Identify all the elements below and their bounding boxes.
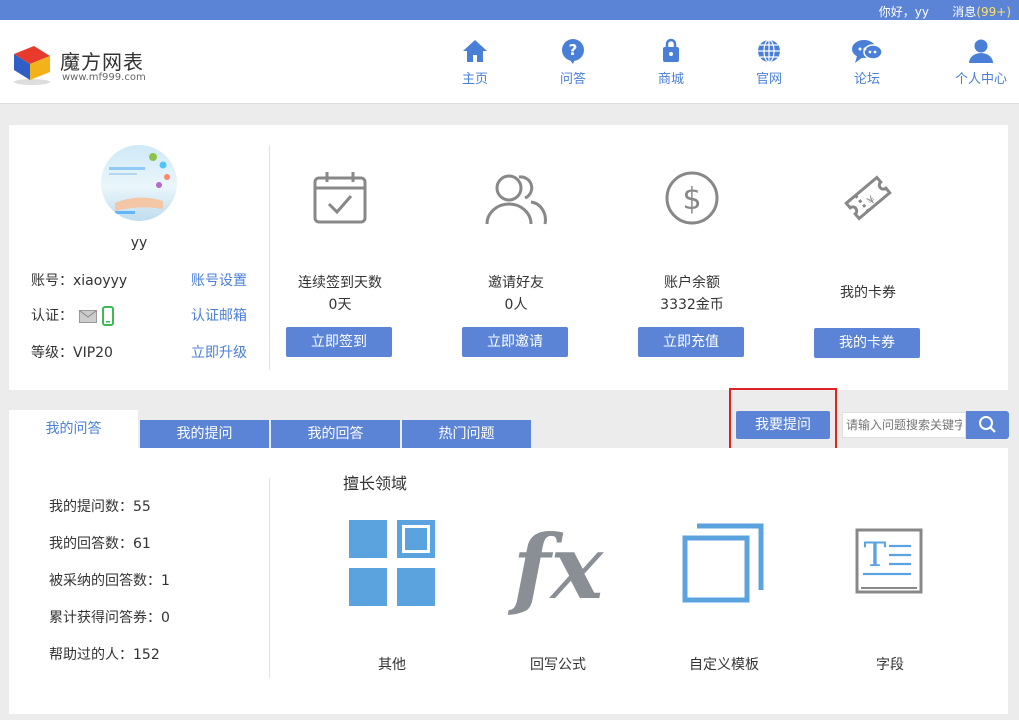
nav-personal-center[interactable]: 个人中心 xyxy=(946,38,1016,98)
nav-shop[interactable]: 商城 xyxy=(636,38,706,98)
logo-url: www.mf999.com xyxy=(62,72,146,83)
coupons-button[interactable]: 我的卡券 xyxy=(814,328,920,358)
stat-label: 我的卡券 xyxy=(840,285,896,301)
logo-cube-icon xyxy=(14,46,50,85)
top-bar: 你好，yy 消息(99+) xyxy=(0,0,1019,20)
stat-coupons: ¥ 我的卡券 xyxy=(788,170,948,301)
search-input[interactable] xyxy=(842,412,966,438)
users-icon xyxy=(485,174,547,225)
tab-hot-questions[interactable]: 热门问题 xyxy=(402,420,531,448)
account-settings-link[interactable]: 账号设置 xyxy=(191,270,247,290)
verify-label: 认证： xyxy=(31,308,73,324)
qa-card: 我的提问数：55 我的回答数：61 被采纳的回答数：1 累计获得问答券：0 帮助… xyxy=(9,448,1008,714)
home-icon xyxy=(463,40,487,62)
email-icon[interactable] xyxy=(79,309,98,323)
messages-link[interactable]: 消息(99+) xyxy=(952,3,1011,20)
tab-my-answers[interactable]: 我的回答 xyxy=(271,420,400,448)
nav-official-site[interactable]: 官网 xyxy=(734,38,804,98)
invite-button[interactable]: 立即邀请 xyxy=(462,327,568,357)
nav-label: 个人中心 xyxy=(954,72,1007,87)
nav-label: 主页 xyxy=(461,72,488,87)
qa-stat-helped: 帮助过的人：152 xyxy=(49,647,160,663)
recharge-button[interactable]: 立即充值 xyxy=(638,327,744,357)
verify-email-link[interactable]: 认证邮箱 xyxy=(191,305,247,325)
stat-checkin: 连续签到天数 0天 xyxy=(260,170,420,313)
qa-stat-accepted: 被采纳的回答数：1 xyxy=(49,573,170,589)
user-icon xyxy=(969,39,993,63)
messages-count: (99+) xyxy=(976,5,1011,19)
stat-invite: 邀请好友 0人 xyxy=(436,170,596,313)
text-field-icon: T xyxy=(855,528,923,594)
search-icon xyxy=(979,416,996,433)
greeting-text: 你好，yy xyxy=(878,5,929,19)
upgrade-link[interactable]: 立即升级 xyxy=(191,342,247,362)
nav-forum[interactable]: 论坛 xyxy=(832,38,902,98)
avatar[interactable] xyxy=(101,145,177,221)
field-label: 字段 xyxy=(876,657,904,673)
qa-stat-answers: 我的回答数：61 xyxy=(49,536,151,552)
verify-row: 认证： xyxy=(31,305,114,326)
fx-formula-icon: fx xyxy=(507,518,605,619)
username: yy xyxy=(130,235,148,251)
nav-qa[interactable]: ? 问答 xyxy=(538,38,608,98)
logo-name: 魔方网表 xyxy=(60,50,144,74)
search-button[interactable] xyxy=(966,411,1009,439)
stat-label: 账户余额 xyxy=(664,275,720,291)
stacked-squares-icon xyxy=(682,523,764,603)
svg-text:T: T xyxy=(864,535,887,575)
stat-value: 3332金币 xyxy=(660,297,724,313)
globe-icon xyxy=(758,39,780,63)
nav-label: 官网 xyxy=(755,72,782,87)
field-formula[interactable]: fx 回写公式 xyxy=(478,518,638,673)
nav-label: 论坛 xyxy=(853,72,880,87)
field-custom-template[interactable]: 自定义模板 xyxy=(644,518,804,673)
nav-home[interactable]: 主页 xyxy=(440,38,510,98)
divider xyxy=(269,478,270,678)
messages-label: 消息 xyxy=(952,5,977,19)
expertise-title: 擅长领域 xyxy=(343,474,408,493)
field-label: 其他 xyxy=(378,657,406,673)
ask-question-button[interactable]: 我要提问 xyxy=(736,411,830,439)
qa-stat-questions: 我的提问数：55 xyxy=(49,499,151,515)
profile-card: yy 账号：xiaoyyy 账号设置 认证： 认证邮箱 等级：VIP20 立即升… xyxy=(9,125,1008,390)
nav-label: 问答 xyxy=(559,72,586,87)
checkin-button[interactable]: 立即签到 xyxy=(286,327,392,357)
chat-bubbles-icon xyxy=(852,40,883,63)
logo[interactable]: 魔方网表 www.mf999.com xyxy=(10,40,160,90)
shopping-bag-icon xyxy=(663,38,679,62)
nav-label: 商城 xyxy=(657,72,684,87)
tab-my-qa[interactable]: 我的问答 xyxy=(9,410,138,448)
level-label: 等级：VIP20 xyxy=(31,345,113,361)
svg-text:$: $ xyxy=(682,182,701,217)
grid-icon xyxy=(349,520,435,606)
svg-text:fx: fx xyxy=(507,518,605,619)
field-label: 回写公式 xyxy=(530,657,586,673)
question-icon: ? xyxy=(562,39,584,64)
dollar-icon: $ xyxy=(665,171,719,225)
qa-stat-coupons: 累计获得问答券：0 xyxy=(49,610,170,626)
stat-label: 连续签到天数 xyxy=(298,275,382,291)
field-field[interactable]: T 字段 xyxy=(810,518,970,673)
field-other[interactable]: 其他 xyxy=(312,518,472,673)
ticket-icon: ¥ xyxy=(844,175,892,221)
tab-my-questions[interactable]: 我的提问 xyxy=(140,420,269,448)
calendar-check-icon xyxy=(313,172,367,224)
field-label: 自定义模板 xyxy=(689,657,759,673)
svg-text:?: ? xyxy=(569,41,578,59)
avatar-image xyxy=(109,153,170,214)
header: 魔方网表 www.mf999.com 主页 ? 问答 商城 官网 论坛 个人中心 xyxy=(0,20,1019,104)
account-label: 账号：xiaoyyy xyxy=(31,273,128,289)
stat-label: 邀请好友 xyxy=(488,275,544,291)
phone-icon[interactable] xyxy=(101,306,114,326)
stat-value: 0天 xyxy=(328,297,352,313)
stat-balance: $ 账户余额 3332金币 xyxy=(612,170,772,313)
stat-value: 0人 xyxy=(504,297,528,313)
